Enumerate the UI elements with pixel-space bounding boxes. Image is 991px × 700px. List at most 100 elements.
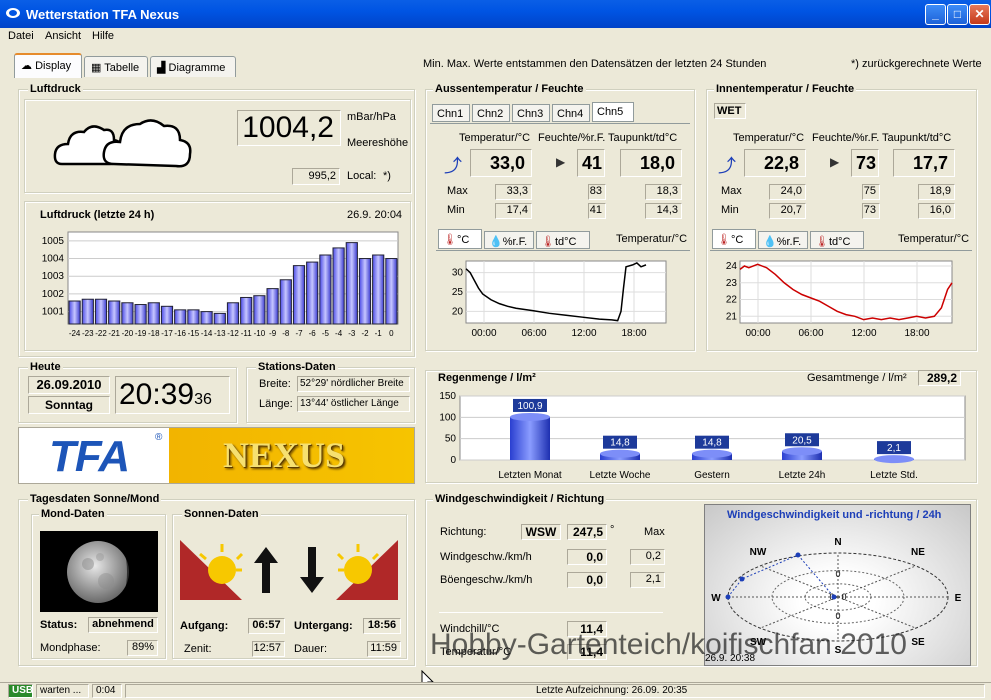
- wind-max-label: Max: [644, 526, 665, 538]
- arrow-down-icon: [298, 545, 326, 598]
- wind-title: Windgeschwindigkeit / Richtung: [433, 493, 607, 505]
- tab-innen-taupunkt[interactable]: 🌡td°C: [810, 231, 864, 249]
- bar: [94, 298, 108, 325]
- x-tick-label: 00:00: [471, 328, 496, 339]
- rain-bar-top: [600, 449, 640, 458]
- bar: [160, 305, 174, 325]
- untergang-label: Untergang:: [294, 620, 353, 632]
- heute-day: Sonntag: [28, 396, 110, 414]
- boeen-value: 0,0: [567, 572, 607, 588]
- rose-spoke: [760, 565, 839, 598]
- x-tick-label: -12: [227, 329, 239, 338]
- menu-ansicht[interactable]: Ansicht: [45, 30, 81, 42]
- regen-title: Regenmenge / l/m²: [438, 372, 536, 384]
- y-tick-label: 0: [450, 455, 456, 466]
- stations-title: Stations-Daten: [256, 361, 338, 373]
- rain-value-label: 2,1: [887, 443, 901, 454]
- thermometer-icon: 🌡: [717, 234, 731, 246]
- sunset-icon: [334, 540, 400, 605]
- y-tick-label: 1002: [42, 289, 65, 300]
- tab-display[interactable]: ☁ Display: [14, 53, 82, 78]
- gesamt-value: 289,2: [918, 370, 961, 386]
- moon-image: [40, 531, 158, 612]
- tab-chn4[interactable]: Chn4: [552, 104, 590, 122]
- bar: [81, 298, 94, 325]
- luftdruck-title: Luftdruck: [28, 83, 83, 95]
- bar: [332, 247, 345, 325]
- tab-aussen-taupunkt[interactable]: 🌡td°C: [536, 231, 590, 249]
- tab-aussen-temp[interactable]: 🌡°C: [438, 229, 482, 249]
- rose-direction-label: E: [955, 593, 962, 604]
- aufgang-label: Aufgang:: [180, 620, 229, 632]
- tab-chn5[interactable]: Chn5: [592, 102, 634, 122]
- tab-innen-temp[interactable]: 🌡°C: [712, 229, 756, 249]
- maximize-button[interactable]: □: [947, 4, 968, 25]
- aussen-subtabs: 🌡°C 💧%r.F. 🌡td°C Temperatur/°C: [436, 229, 690, 251]
- innen-max-label: Max: [721, 185, 742, 197]
- dewpoint-icon: 🌡: [815, 236, 829, 248]
- tab-chn3[interactable]: Chn3: [512, 104, 550, 122]
- minimize-button[interactable]: _: [925, 4, 946, 25]
- table-icon: ▦: [91, 62, 105, 74]
- trend-up-icon: ⤴: [718, 156, 736, 176]
- trend-up-icon: ⤴: [444, 156, 462, 176]
- bar: [319, 254, 332, 325]
- thermometer-icon: 🌡: [443, 234, 457, 246]
- status-warten: warten ...: [36, 684, 89, 698]
- tab-innen-feuchte[interactable]: 💧%r.F.: [758, 231, 808, 249]
- grad-value: 247,5: [567, 524, 607, 540]
- mond-title: Mond-Daten: [39, 508, 107, 520]
- boeen-label: Böengeschw./km/h: [440, 574, 533, 586]
- dauer-value: 11:59: [367, 641, 401, 657]
- close-button[interactable]: ✕: [969, 4, 990, 25]
- rain-bar-top: [874, 455, 914, 464]
- wind-point: [739, 576, 745, 582]
- x-tick-label: -20: [122, 329, 134, 338]
- innen-max-taupunkt: 18,9: [918, 184, 955, 200]
- y-tick-label: 1004: [42, 254, 65, 265]
- trend-flat-icon: ▶: [556, 155, 566, 169]
- aussen-temp-chart: 30 25 20 00:00 06:00 12:00 18:00: [452, 260, 667, 339]
- tab-diagramme[interactable]: ▟ Diagramme: [150, 56, 236, 77]
- rose-zero-label: 0: [835, 611, 840, 621]
- laenge-value: 13°44' östlicher Länge: [297, 396, 410, 412]
- breite-value: 52°29' nördlicher Breite: [297, 376, 410, 392]
- wind-trace: [727, 554, 835, 598]
- innen-max-feuchte: 75: [862, 184, 880, 200]
- gesamt-label: Gesamtmenge / l/m²: [807, 372, 907, 384]
- bar: [372, 254, 385, 325]
- tab-chn1[interactable]: Chn1: [432, 104, 470, 122]
- luftdruck-unit: mBar/hPa: [347, 111, 396, 123]
- bar: [108, 300, 121, 325]
- innen-feuchte: 73: [851, 149, 879, 177]
- richtung-label: Richtung:: [440, 526, 487, 538]
- richtung-value: WSW: [521, 524, 561, 540]
- x-tick-label: Letzten Monat: [498, 470, 562, 480]
- y-tick-label: 21: [726, 311, 738, 322]
- regen-bar-chart: 150 100 50 0 100,9 Letzten Monat 14,8 Letzte Wo…: [439, 391, 966, 480]
- innen-temp-chart: 24 23 22 21 00:00 06:00 12:00 18:00: [726, 260, 953, 339]
- x-tick-label: -22: [95, 329, 107, 338]
- bar: [292, 265, 306, 325]
- y-tick-label: 22: [726, 295, 738, 306]
- tab-tabelle[interactable]: ▦ Tabelle: [84, 56, 148, 77]
- x-tick-label: 12:00: [851, 328, 876, 339]
- x-tick-label: -10: [254, 329, 266, 338]
- aussen-h-temp: Temperatur/°C: [459, 132, 531, 144]
- aussen-taupunkt: 18,0: [620, 149, 682, 177]
- menu-datei[interactable]: Datei: [8, 30, 34, 42]
- aussen-min-taupunkt: 14,3: [645, 203, 682, 219]
- aussen-h-taupunkt: Taupunkt/td°C: [608, 132, 678, 144]
- luftdruck-value: 1004,2: [237, 110, 341, 146]
- tab-aussen-feuchte[interactable]: 💧%r.F.: [484, 231, 534, 249]
- tfa-nexus-logo: TFA ® NEXUS: [18, 427, 415, 484]
- aussen-min-temp: 17,4: [495, 203, 532, 219]
- menu-hilfe[interactable]: Hilfe: [92, 30, 114, 42]
- druckchart-title: Luftdruck (letzte 24 h): [40, 209, 155, 221]
- y-tick-label: 30: [452, 268, 464, 279]
- bar: [134, 304, 147, 325]
- aussen-min-feuchte: 41: [588, 203, 606, 219]
- rain-bar-top: [510, 412, 550, 421]
- tab-chn2[interactable]: Chn2: [472, 104, 510, 122]
- heute-title: Heute: [28, 361, 63, 373]
